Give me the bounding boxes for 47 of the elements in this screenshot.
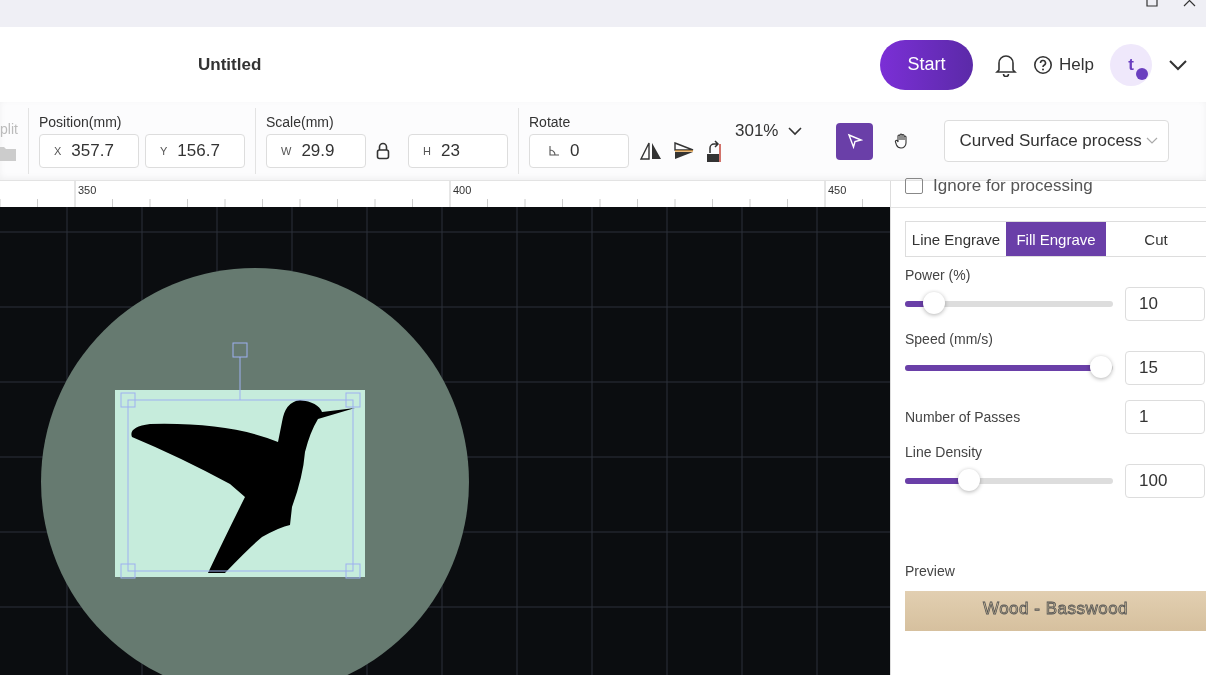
start-button[interactable]: Start	[880, 39, 974, 90]
setting-label: Number of Passes	[905, 409, 1021, 425]
hummingbird-drawing[interactable]	[131, 400, 355, 573]
lock-icon[interactable]	[376, 142, 390, 160]
document-title: Untitled	[198, 54, 262, 75]
mode-tab[interactable]: Fill Engrave	[1006, 222, 1106, 256]
flip-horizontal-icon[interactable]	[639, 141, 663, 161]
flip-vertical-icon[interactable]	[673, 141, 695, 161]
setting-value-field[interactable]: 15	[1125, 351, 1205, 385]
help-icon	[1033, 54, 1054, 75]
ruler-label: 400	[453, 184, 472, 196]
ignore-label: Ignore for processing	[933, 176, 1093, 196]
setting-value-field[interactable]: 10	[1125, 287, 1205, 321]
chevron-down-icon	[1145, 137, 1158, 145]
cursor-arrow-icon	[847, 133, 863, 149]
ruler-label: 350	[78, 184, 97, 196]
selection-frame[interactable]	[120, 342, 361, 579]
notification-bell-icon[interactable]	[995, 52, 1018, 77]
rotate-field[interactable]: 0	[529, 134, 629, 168]
position-label: Position(mm)	[39, 114, 123, 130]
select-tool-button[interactable]	[836, 122, 874, 160]
setting-value-field[interactable]: 100	[1125, 464, 1205, 498]
setting-label: Speed (mm/s)	[905, 331, 994, 347]
rotate-label: Rotate	[529, 114, 572, 130]
coordinate-field[interactable]: X 357.7	[39, 134, 139, 168]
angle-icon	[548, 145, 560, 157]
width-field[interactable]: W 29.9	[266, 134, 366, 168]
ignore-checkbox[interactable]	[905, 178, 923, 194]
coordinate-field[interactable]: Y 156.7	[145, 134, 245, 168]
setting-label: Line Density	[905, 444, 984, 460]
chevron-down-icon[interactable]	[1168, 58, 1188, 71]
zoom-dropdown[interactable]: 301%	[735, 121, 803, 141]
chevron-down-icon	[788, 126, 803, 136]
slider-thumb[interactable]	[923, 292, 946, 314]
setting-value-field[interactable]: 1	[1125, 400, 1205, 434]
height-field[interactable]: H 23	[408, 134, 508, 168]
split-label: plit	[0, 121, 18, 137]
slider-thumb[interactable]	[1089, 356, 1112, 378]
help-button[interactable]: Help	[1033, 54, 1094, 75]
slider-thumb[interactable]	[958, 469, 981, 491]
preview-label: Preview	[905, 563, 956, 579]
process-mode-dropdown[interactable]: Curved Surface process	[944, 120, 1170, 162]
setting-label: Power (%)	[905, 267, 972, 283]
ruler-label: 450	[828, 184, 847, 196]
scale-label: Scale(mm)	[266, 114, 335, 130]
material-name: Wood - Basswood	[982, 599, 1129, 620]
user-avatar[interactable]: t	[1110, 43, 1152, 86]
